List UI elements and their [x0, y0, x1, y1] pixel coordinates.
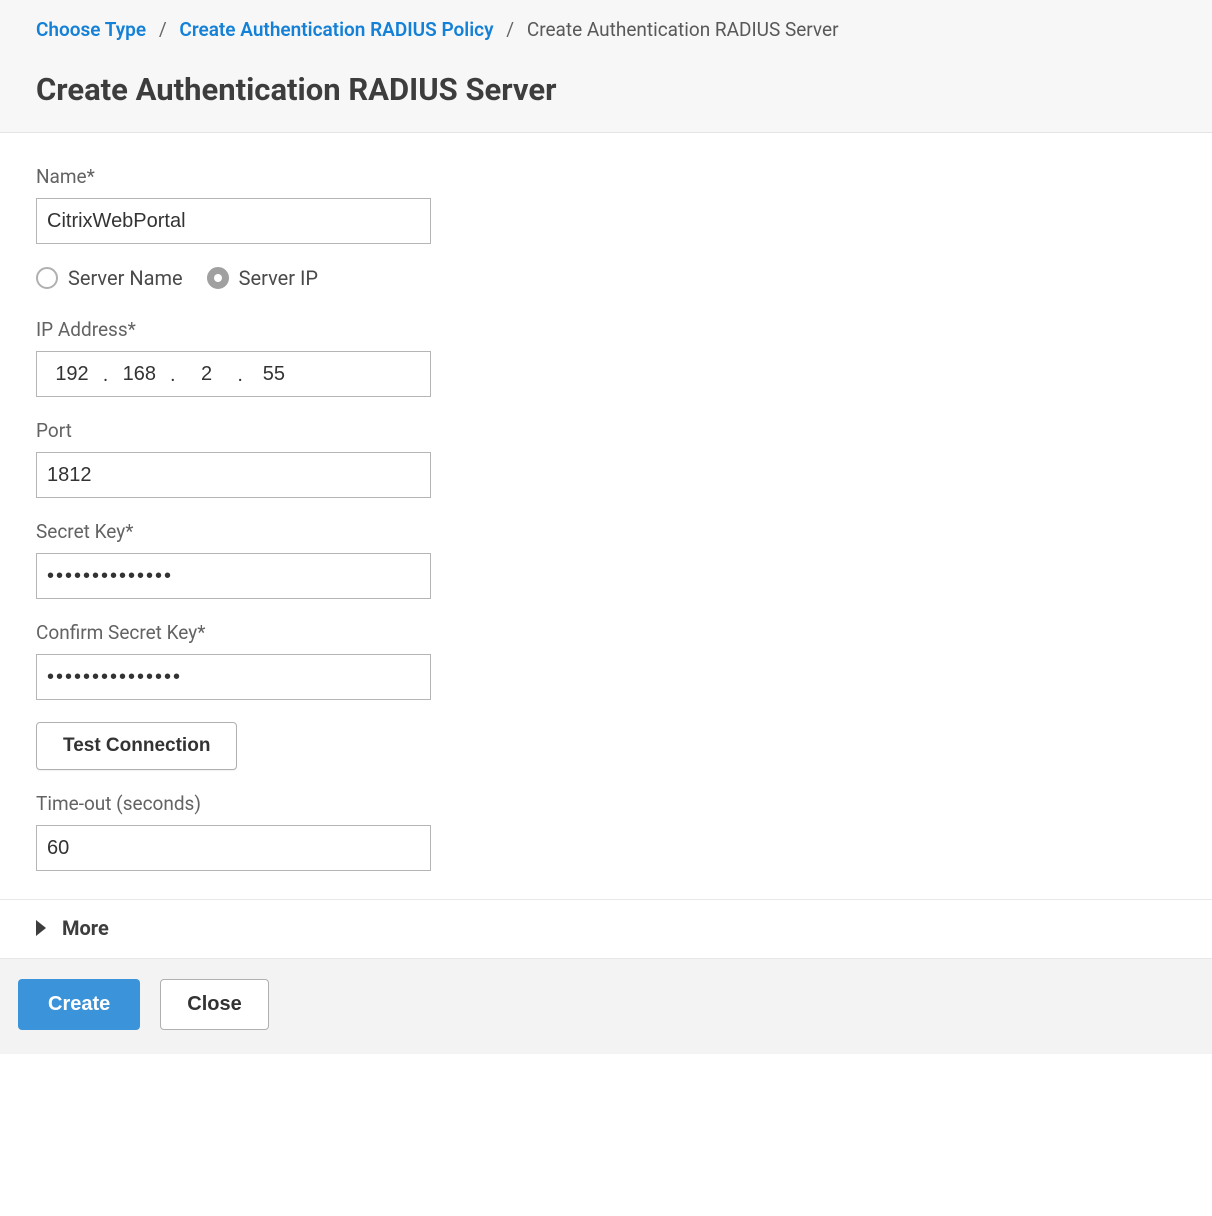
ip-address-input[interactable]: . . . [36, 351, 431, 397]
confirm-secret-key-input[interactable] [36, 654, 431, 700]
ip-dot: . [168, 362, 177, 386]
ip-octet-2[interactable] [110, 363, 168, 386]
radio-server-ip[interactable]: Server IP [207, 266, 318, 290]
breadcrumb-choose-type[interactable]: Choose Type [36, 18, 146, 41]
page-title: Create Authentication RADIUS Server [36, 71, 1176, 108]
ip-octet-3[interactable] [178, 363, 236, 386]
breadcrumb: Choose Type / Create Authentication RADI… [36, 18, 1176, 41]
secret-key-input[interactable] [36, 553, 431, 599]
breadcrumb-current: Create Authentication RADIUS Server [527, 18, 839, 41]
secret-key-label: Secret Key* [36, 520, 1176, 543]
test-connection-button[interactable]: Test Connection [36, 722, 237, 770]
ip-address-label: IP Address* [36, 318, 1176, 341]
name-label: Name* [36, 165, 1176, 188]
radio-server-name-label: Server Name [68, 266, 183, 290]
confirm-secret-key-label: Confirm Secret Key* [36, 621, 1176, 644]
breadcrumb-separator: / [159, 18, 167, 41]
timeout-label: Time-out (seconds) [36, 792, 1176, 815]
name-input[interactable] [36, 198, 431, 244]
ip-octet-1[interactable] [43, 363, 101, 386]
ip-dot: . [236, 362, 245, 386]
radio-icon [36, 267, 58, 289]
create-button[interactable]: Create [18, 979, 140, 1030]
port-input[interactable] [36, 452, 431, 498]
radio-icon-selected [207, 267, 229, 289]
close-button[interactable]: Close [160, 979, 268, 1030]
ip-octet-4[interactable] [245, 363, 303, 386]
breadcrumb-separator: / [506, 18, 514, 41]
chevron-right-icon [36, 920, 46, 936]
ip-dot: . [101, 362, 110, 386]
port-label: Port [36, 419, 1176, 442]
radio-server-ip-label: Server IP [239, 266, 318, 290]
breadcrumb-create-policy[interactable]: Create Authentication RADIUS Policy [179, 18, 493, 41]
radio-server-name[interactable]: Server Name [36, 266, 183, 290]
more-toggle[interactable]: More [36, 916, 1176, 940]
timeout-input[interactable] [36, 825, 431, 871]
more-label: More [62, 916, 109, 940]
